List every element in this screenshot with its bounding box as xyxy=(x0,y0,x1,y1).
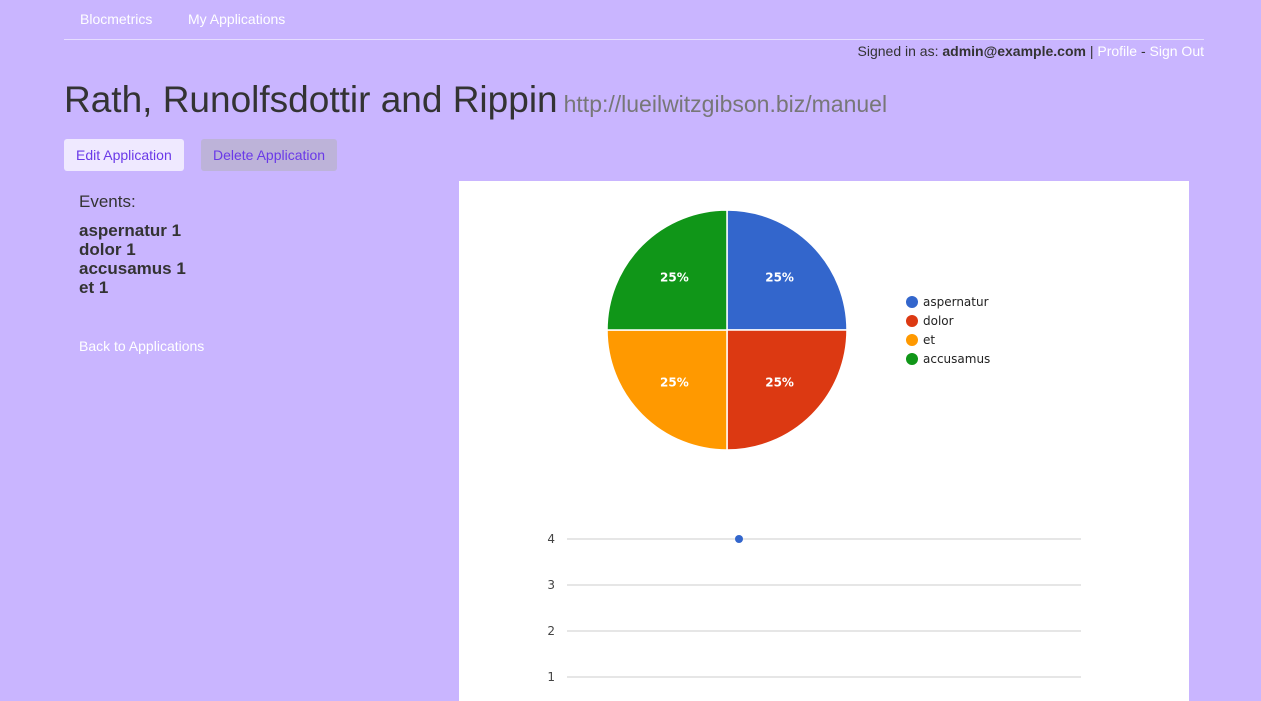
legend-label-et: et xyxy=(923,333,935,347)
chart-panel: 25% 25% 25% 25% aspernatur dolor et accusamus 4 3… xyxy=(459,181,1189,701)
back-to-applications-link[interactable]: Back to Applications xyxy=(79,338,204,354)
pie-slice-label: 25% xyxy=(765,270,794,284)
nav-my-applications-link[interactable]: My Applications xyxy=(188,11,285,27)
legend-swatch-dolor xyxy=(906,315,918,327)
event-item: dolor 1 xyxy=(79,240,136,259)
edit-application-button[interactable]: Edit Application xyxy=(64,139,184,171)
user-email: admin@example.com xyxy=(942,43,1086,59)
signed-in-status: Signed in as: admin@example.com | Profil… xyxy=(858,43,1204,59)
page-header: Rath, Runolfsdottir and Rippin http://lue… xyxy=(64,79,887,121)
legend-swatch-aspernatur xyxy=(906,296,918,308)
page-title: Rath, Runolfsdottir and Rippin xyxy=(64,79,558,120)
pie-slice-label: 25% xyxy=(660,270,689,284)
event-item: aspernatur 1 xyxy=(79,221,182,240)
signed-in-label: Signed in as: xyxy=(857,43,943,59)
events-heading: Events: xyxy=(79,192,136,211)
separator: | xyxy=(1085,43,1098,59)
legend-label-accusamus: accusamus xyxy=(923,352,990,366)
separator: - xyxy=(1137,43,1150,59)
app-url: http://lueilwitzgibson.biz/manuel xyxy=(563,91,888,117)
y-tick-label: 4 xyxy=(547,532,555,546)
event-item: et 1 xyxy=(79,278,109,297)
charts-svg: 25% 25% 25% 25% aspernatur dolor et accusamus 4 3… xyxy=(547,209,1081,684)
pie-slice-label: 25% xyxy=(660,376,689,390)
legend-swatch-et xyxy=(906,334,918,346)
y-tick-label: 2 xyxy=(547,624,555,638)
pie-slice-et xyxy=(606,329,728,451)
legend-label-dolor: dolor xyxy=(923,314,954,328)
sign-out-link[interactable]: Sign Out xyxy=(1150,43,1204,59)
scatter-point xyxy=(735,535,743,543)
y-tick-label: 3 xyxy=(547,578,555,592)
navbar: Blocmetrics My Applications xyxy=(64,0,1204,40)
events-list: aspernatur 1 dolor 1 accusamus 1 et 1 xyxy=(79,221,186,297)
event-item: accusamus 1 xyxy=(79,259,186,278)
pie-slice-dolor xyxy=(726,329,848,451)
delete-application-button[interactable]: Delete Application xyxy=(201,139,338,171)
legend-swatch-accusamus xyxy=(906,353,918,365)
profile-link[interactable]: Profile xyxy=(1097,43,1137,59)
legend-label-aspernatur: aspernatur xyxy=(923,295,989,309)
nav-brand-link[interactable]: Blocmetrics xyxy=(80,11,152,27)
pie-slice-label: 25% xyxy=(765,376,794,390)
y-tick-label: 1 xyxy=(547,670,555,684)
